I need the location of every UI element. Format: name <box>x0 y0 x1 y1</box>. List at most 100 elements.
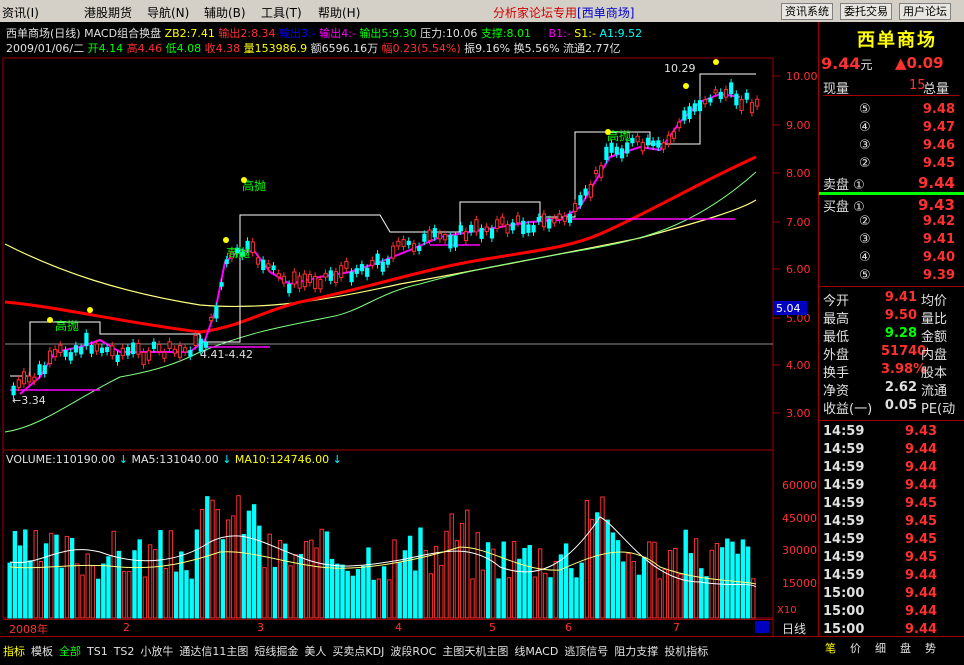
candle-body <box>541 213 547 228</box>
candle-body <box>463 231 469 242</box>
candle-body <box>16 379 21 388</box>
ask-row: ③ 9.46 <box>859 138 955 153</box>
candle-body <box>141 351 146 366</box>
tab-10[interactable]: 波段ROC <box>387 642 439 660</box>
volume-bar <box>693 538 699 619</box>
volume-bar <box>158 530 163 619</box>
chart-area[interactable]: 西单商场(日线) MACD组合换盘 ZB2:7.41 输出2:8.34 输出3:… <box>0 22 818 636</box>
volume-bar <box>662 569 668 619</box>
menu-item-help[interactable]: 帮助(H) <box>318 4 360 21</box>
tick-row: 14:59 9.44 <box>823 478 938 493</box>
tab-13[interactable]: 逃顶信号 <box>561 642 611 660</box>
ask-row: ② 9.45 <box>859 156 955 171</box>
volume-bar <box>433 546 439 619</box>
candle-body <box>255 257 261 265</box>
volume-bar <box>127 570 132 619</box>
volume-bar <box>163 568 168 619</box>
candle-body <box>708 97 713 103</box>
volume-bar <box>569 568 574 619</box>
tab-0[interactable]: 指标 <box>0 642 28 660</box>
candle-body <box>427 229 432 241</box>
candle-body <box>614 146 619 155</box>
volume-bar <box>491 548 496 619</box>
candle-body <box>474 219 479 233</box>
candle-body <box>63 349 68 357</box>
candle-body <box>661 142 666 150</box>
candle-body <box>323 272 328 278</box>
panel-tab-0[interactable]: 笔 <box>822 639 839 657</box>
trade-button[interactable]: 委托交易 <box>840 3 892 20</box>
tab-2[interactable]: 全部 <box>56 642 84 660</box>
candle-body <box>136 342 141 355</box>
volume-bar <box>579 562 584 619</box>
volume-bar <box>90 565 96 619</box>
volume-bar <box>600 496 605 619</box>
period-label[interactable]: 日线 <box>782 620 806 637</box>
candle-body <box>58 344 63 353</box>
scroll-handle[interactable] <box>755 621 769 633</box>
tab-6[interactable]: 通达信11主图 <box>176 642 251 660</box>
volume-bar <box>688 553 694 619</box>
candle-body <box>484 226 489 232</box>
current-price: 9.44元 <box>821 54 873 73</box>
candle-body <box>385 258 391 265</box>
candle-body <box>271 265 276 271</box>
tab-9[interactable]: 买卖点KDJ <box>329 642 387 660</box>
tab-8[interactable]: 美人 <box>301 642 329 660</box>
volume-bar <box>532 576 538 619</box>
panel-tab-3[interactable]: 盘 <box>897 639 914 657</box>
volume-bar <box>173 571 179 619</box>
tab-1[interactable]: 模板 <box>28 642 56 660</box>
candle-body <box>261 259 266 271</box>
menu-item-tools[interactable]: 工具(T) <box>261 4 302 21</box>
panel-tab-1[interactable]: 价 <box>847 639 864 657</box>
tab-11[interactable]: 主图天机主图 <box>439 642 511 660</box>
candle-body <box>713 89 718 94</box>
candle-body <box>687 106 692 119</box>
panel-tab-4[interactable]: 势 <box>922 639 939 657</box>
volume-bar <box>719 547 725 619</box>
menu-item-hk-futures[interactable]: 港股期货 <box>84 4 132 21</box>
menu-item-navigate[interactable]: 导航(N) <box>147 4 189 21</box>
stat-row: 收益(一) 0.05 PE(动 <box>823 398 956 417</box>
volume-bar <box>350 575 356 619</box>
tab-5[interactable]: 小放牛 <box>137 642 176 660</box>
forum-button[interactable]: 用户论坛 <box>899 3 951 20</box>
panel-tab-2[interactable]: 细 <box>872 639 889 657</box>
total-label: 总量 <box>923 82 950 97</box>
candle-body <box>318 278 323 290</box>
volume-tick: 60000 <box>782 479 817 492</box>
menu-item-info[interactable]: 资讯(I) <box>2 4 39 21</box>
volume-bar <box>23 529 28 619</box>
candle-body <box>697 100 703 112</box>
volume-bar <box>288 565 293 619</box>
tab-7[interactable]: 短线掘金 <box>251 642 301 660</box>
stat-row: 最低 9.28 金额 <box>823 326 948 345</box>
volume-bar <box>751 578 756 619</box>
candle-body <box>32 376 37 382</box>
volume-tick: 45000 <box>782 512 817 525</box>
kline-chart[interactable]: 10.00 9.00 8.00 7.00 6.00 5.00 4.00 3.00… <box>0 22 818 636</box>
volume-bar <box>147 544 153 619</box>
tab-15[interactable]: 投机指标 <box>661 642 711 660</box>
volume-bar <box>199 508 205 619</box>
info-system-button[interactable]: 资讯系统 <box>781 3 833 20</box>
tab-3[interactable]: TS1 <box>84 644 111 659</box>
candle-body <box>640 142 645 152</box>
tab-12[interactable]: 线MACD <box>511 642 561 660</box>
menu-item-assist[interactable]: 辅助(B) <box>204 4 246 21</box>
volume-bar <box>496 578 501 619</box>
volume-bar <box>246 510 252 619</box>
volume-header: VOLUME:110190.00 ↓ MA5:131040.00 ↓ MA10:… <box>6 453 342 466</box>
volume-bar <box>303 540 309 619</box>
candle-body <box>131 342 136 355</box>
price-tick: 9.00 <box>786 119 811 132</box>
candle-body <box>115 354 120 362</box>
tick-row: 14:59 9.44 <box>823 568 938 583</box>
volume-bar <box>735 553 740 619</box>
tab-4[interactable]: TS2 <box>111 644 138 659</box>
ma-red-line <box>4 155 757 334</box>
price-tick: 10.00 <box>786 70 818 83</box>
volume-bar <box>309 539 314 619</box>
tab-14[interactable]: 阻力支撑 <box>611 642 661 660</box>
